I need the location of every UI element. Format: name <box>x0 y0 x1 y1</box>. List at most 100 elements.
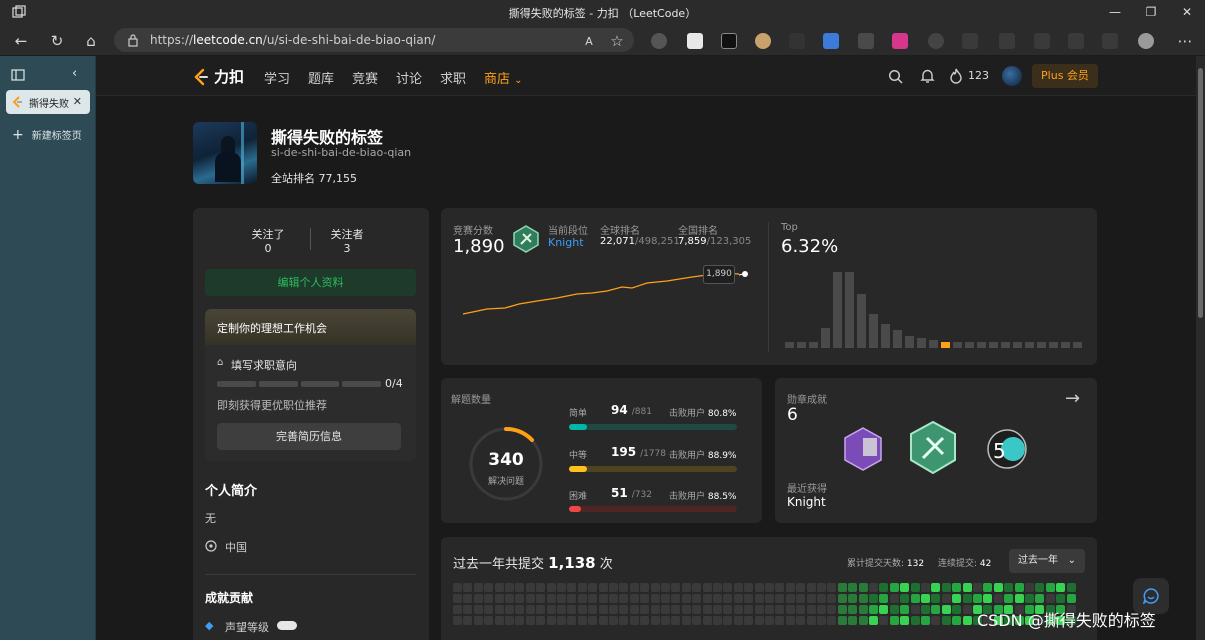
page-scrollbar[interactable] <box>1196 56 1205 640</box>
extensions-puzzle-icon[interactable] <box>962 33 978 49</box>
heatmap-cell <box>629 594 639 603</box>
divider <box>768 222 769 352</box>
back-icon[interactable]: ← <box>10 30 32 52</box>
followers-label[interactable]: 关注者 <box>330 226 364 242</box>
shield-extension-icon[interactable] <box>687 33 703 49</box>
active-tab[interactable]: 撕得失败 ✕ <box>6 90 90 114</box>
home-icon[interactable]: ⌂ <box>80 30 102 52</box>
streak-count[interactable]: 123 <box>968 69 989 82</box>
heatmap-cell <box>598 616 608 625</box>
arrow-right-icon[interactable]: → <box>1065 388 1080 409</box>
beat-label: 击败用户 <box>669 409 706 419</box>
favorite-star-icon[interactable]: ☆ <box>606 30 628 52</box>
favorites-icon[interactable] <box>1034 33 1050 49</box>
heatmap-cell <box>692 583 702 592</box>
annual-badge-icon[interactable] <box>841 426 885 472</box>
nav-item-discuss[interactable]: 讨论 <box>396 68 422 87</box>
extension-icon[interactable] <box>721 33 737 49</box>
tab-actions-icon[interactable] <box>11 68 25 82</box>
heatmap-cell <box>525 583 535 592</box>
location-text: 中国 <box>225 541 247 554</box>
distribution-bar <box>1037 342 1046 348</box>
distribution-bar <box>965 342 974 348</box>
medium-total: /1778 <box>640 449 666 459</box>
minimize-button[interactable]: — <box>1097 0 1133 24</box>
close-tab-icon[interactable]: ✕ <box>73 95 82 108</box>
extension-icon[interactable] <box>858 33 874 49</box>
scrollbar-thumb[interactable] <box>1198 68 1203 318</box>
global-rank: 全站排名 77,155 <box>271 170 357 186</box>
medium-beat: 击败用户 88.9% <box>669 448 736 461</box>
heatmap-cell <box>1056 594 1066 603</box>
heatmap-cell <box>671 594 681 603</box>
heatmap-cell <box>661 605 670 614</box>
window-title: 撕得失败的标签 - 力扣 （LeetCode） <box>508 7 697 20</box>
knight-badge-large-icon[interactable] <box>907 420 959 476</box>
bell-icon[interactable] <box>920 68 935 84</box>
following-label[interactable]: 关注了 <box>251 226 285 242</box>
medium-count: 195/1778 <box>611 445 666 459</box>
heatmap-cell <box>619 605 629 614</box>
range-select[interactable]: 过去一年 ⌄ <box>1009 549 1085 573</box>
global-rank-label: 全球排名 <box>600 226 640 237</box>
collections-icon[interactable] <box>1068 33 1084 49</box>
extension-icon[interactable] <box>651 33 667 49</box>
heatmap-cell <box>536 583 546 592</box>
url-field[interactable]: https://leetcode.cn/u/si-de-shi-bai-de-b… <box>114 28 634 52</box>
heatmap-cell <box>733 594 743 603</box>
nav-item-problems[interactable]: 题库 <box>308 68 334 87</box>
heatmap-cell <box>1025 583 1034 592</box>
heatmap-cell <box>837 605 847 614</box>
read-aloud-icon[interactable]: A <box>578 30 600 52</box>
heatmap-cell <box>900 616 910 625</box>
edit-profile-button[interactable]: 编辑个人资料 <box>205 269 416 296</box>
refresh-icon[interactable]: ↻ <box>46 30 68 52</box>
followers-count[interactable]: 3 <box>330 242 364 255</box>
distribution-bar <box>821 328 830 348</box>
distribution-bar <box>905 336 914 348</box>
heatmap-cell <box>598 594 608 603</box>
heatmap-cell <box>661 594 670 603</box>
heatmap-cell <box>910 616 920 625</box>
more-menu-icon[interactable]: ⋯ <box>1174 30 1196 52</box>
rating-line <box>462 272 740 315</box>
fifty-days-badge-icon[interactable]: 5 <box>985 428 1029 470</box>
nav-item-store[interactable]: 商店 ⌄ <box>484 68 523 87</box>
complete-resume-button[interactable]: 完善简历信息 <box>217 423 401 450</box>
nav-item-learn[interactable]: 学习 <box>264 68 290 87</box>
split-screen-icon[interactable] <box>999 33 1015 49</box>
nav-item-jobs[interactable]: 求职 <box>440 68 466 87</box>
collapse-sidebar-icon[interactable]: ‹ <box>72 66 77 81</box>
heatmap-cell <box>806 583 816 592</box>
heatmap-cell <box>525 594 535 603</box>
heatmap-cell <box>723 605 733 614</box>
profile-avatar-icon[interactable] <box>1138 33 1154 49</box>
heatmap-cell <box>681 594 691 603</box>
submissions-suffix: 次 <box>599 557 613 572</box>
extension-icon[interactable] <box>755 33 771 49</box>
heatmap-cell <box>681 583 691 592</box>
maximize-button[interactable]: ❐ <box>1133 0 1169 24</box>
top-label: Top <box>781 222 798 233</box>
nav-item-contest[interactable]: 竞赛 <box>352 68 378 87</box>
extension-icon[interactable] <box>789 33 805 49</box>
reputation-toggle[interactable] <box>277 621 297 630</box>
hard-bar-fill <box>569 506 581 512</box>
distribution-bar <box>977 342 986 348</box>
plus-member-button[interactable]: Plus 会员 <box>1032 64 1098 88</box>
search-icon[interactable] <box>888 69 903 84</box>
distribution-bar <box>845 272 854 348</box>
user-avatar[interactable] <box>1002 66 1022 86</box>
fire-icon[interactable] <box>949 68 963 84</box>
performance-icon[interactable] <box>1102 33 1118 49</box>
distribution-bar <box>785 342 794 348</box>
new-tab-button[interactable]: + 新建标签页 <box>12 127 82 143</box>
heatmap-cell <box>754 594 764 603</box>
heatmap-cell <box>879 594 889 603</box>
extension-icon[interactable] <box>928 33 944 49</box>
close-window-button[interactable]: ✕ <box>1169 0 1205 24</box>
extension-icon[interactable] <box>892 33 908 49</box>
leetcode-logo[interactable]: 力扣 <box>192 66 244 87</box>
following-count[interactable]: 0 <box>251 242 285 255</box>
extension-icon[interactable] <box>823 33 839 49</box>
